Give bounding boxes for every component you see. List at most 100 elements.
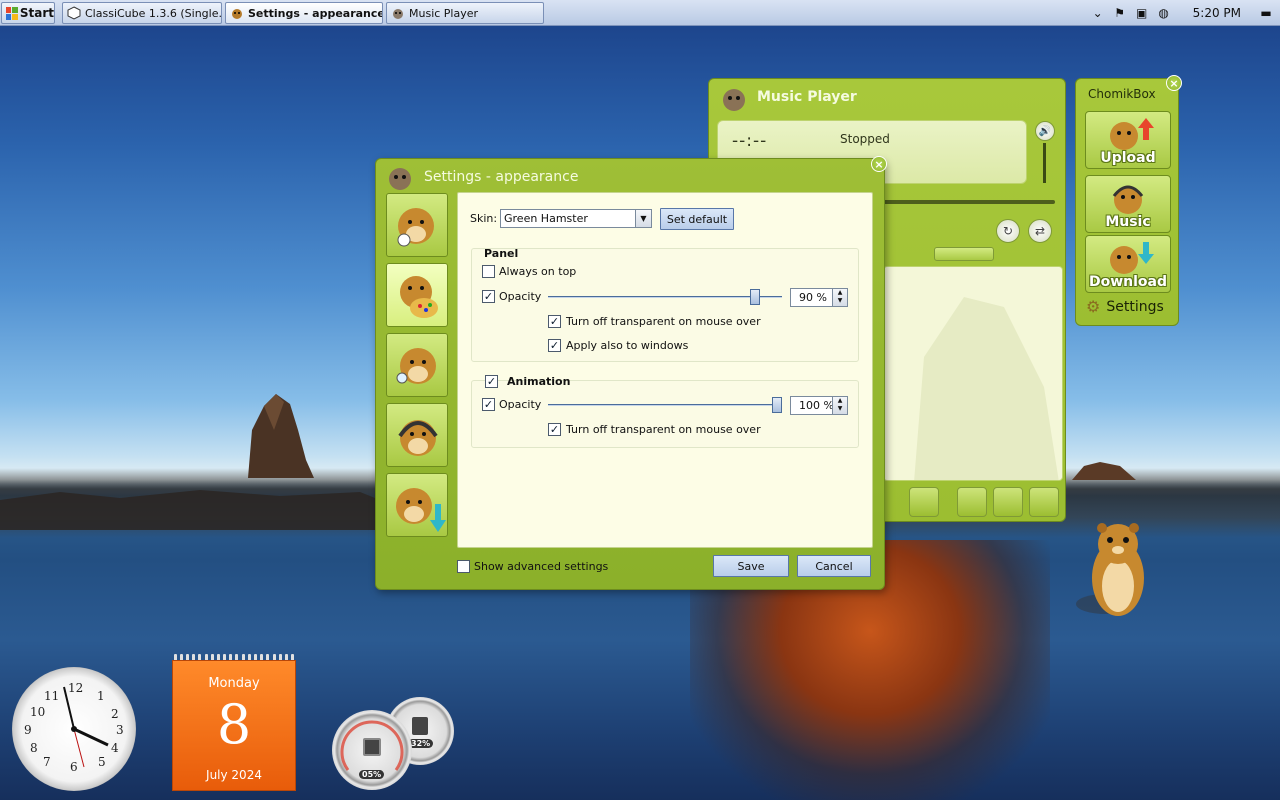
hamster-icon: [232, 9, 242, 19]
sidebar-item-download[interactable]: [386, 473, 448, 537]
volume-muted-icon[interactable]: ◍: [1156, 5, 1172, 21]
download-hamster-icon: [396, 488, 446, 532]
download-label: Download: [1088, 274, 1168, 290]
panel-opacity-slider-thumb[interactable]: [749, 289, 760, 305]
settings-link[interactable]: ⚙ Settings: [1086, 297, 1164, 316]
animation-opacity-label: Opacity: [499, 398, 542, 411]
taskbar-item-label: Settings - appearance: [248, 6, 383, 20]
taskbar-item-music-player[interactable]: Music Player: [386, 2, 544, 24]
track-time: --:--: [732, 131, 768, 151]
hamster-icon: [723, 89, 745, 111]
download-hamster-icon: [1110, 242, 1154, 274]
system-tray: ⌄ ⚑ ▣ ◍ 5:20 PM ▬: [1087, 2, 1280, 24]
palette-hamster-icon: [400, 276, 438, 318]
settings-content: Skin: Green Hamster ▼ Set default Panel …: [457, 192, 873, 548]
start-button[interactable]: Start: [1, 2, 55, 24]
spinner-arrows-icon[interactable]: ▲ ▼: [832, 289, 847, 306]
playlist-area[interactable]: [883, 266, 1063, 481]
animation-opacity-spinner[interactable]: 100 % ▲ ▼: [790, 396, 848, 415]
calendar-month: July 2024: [206, 768, 262, 782]
headphones-hamster-icon: [398, 420, 438, 456]
analog-clock-gadget[interactable]: 12 1 2 3 4 5 6 7 8 9 10 11: [12, 667, 136, 791]
file-icon[interactable]: [957, 487, 987, 517]
taskbar-clock[interactable]: 5:20 PM: [1193, 6, 1241, 20]
shuffle-icon[interactable]: ⇄: [1028, 219, 1052, 243]
music-hamster-icon: [1112, 185, 1144, 214]
sidebar-item-appearance[interactable]: [386, 263, 448, 327]
music-player-title: Music Player: [757, 89, 857, 105]
animation-turn-off-transparent-label: Turn off transparent on mouse over: [566, 423, 761, 436]
animation-opacity-checkbox[interactable]: ✓: [482, 398, 495, 411]
skin-select[interactable]: Green Hamster ▼: [500, 209, 652, 228]
small-rock: [1072, 462, 1136, 480]
chomikbox-panel: ChomikBox × Upload Music Download ⚙ Sett…: [1075, 75, 1182, 326]
memory-icon: [412, 717, 428, 735]
sidebar-item-connection[interactable]: [386, 333, 448, 397]
panel-opacity-checkbox[interactable]: ✓: [482, 290, 495, 303]
show-advanced-label: Show advanced settings: [474, 560, 609, 573]
cpu-gauge[interactable]: 05%: [332, 710, 412, 790]
hamster-icon: [397, 208, 434, 247]
taskbar-item-settings[interactable]: Settings - appearance: [225, 2, 383, 24]
playlist-background-rock: [914, 297, 1059, 480]
upload-label: Upload: [1100, 150, 1156, 166]
animation-group: ✓ Animation ✓ Opacity 100 % ▲ ▼ ✓ Turn of…: [471, 375, 859, 448]
flag-icon[interactable]: ⚑: [1112, 5, 1128, 21]
spinner-arrows-icon[interactable]: ▲ ▼: [832, 397, 847, 414]
cube-icon: [67, 6, 81, 20]
desktop-hamster-mascot[interactable]: [1072, 516, 1162, 624]
always-on-top-checkbox[interactable]: [482, 265, 495, 278]
animation-opacity-slider-thumb[interactable]: [772, 397, 782, 413]
show-desktop-icon[interactable]: ▬: [1258, 5, 1274, 21]
upload-button[interactable]: Upload: [1085, 111, 1171, 169]
taskbar-item-classicube[interactable]: ClassiCube 1.3.6 (Single...: [62, 2, 222, 24]
panel-opacity-slider[interactable]: [548, 296, 782, 298]
skin-label: Skin:: [470, 212, 498, 225]
taskbar-item-label: ClassiCube 1.3.6 (Single...: [85, 6, 222, 20]
sidebar-item-general[interactable]: [386, 193, 448, 257]
animation-turn-off-transparent-checkbox[interactable]: ✓: [548, 423, 561, 436]
show-advanced-checkbox[interactable]: [457, 560, 470, 573]
hamster-icon: [393, 9, 403, 19]
sidebar-item-music[interactable]: [386, 403, 448, 467]
chevron-down-icon[interactable]: ⌄: [1090, 5, 1106, 21]
save-button[interactable]: Save: [713, 555, 789, 577]
panel-turn-off-transparent-checkbox[interactable]: ✓: [548, 315, 561, 328]
playlist-toggle[interactable]: [934, 247, 994, 261]
panel-turn-off-transparent-label: Turn off transparent on mouse over: [566, 315, 761, 328]
chevron-down-icon[interactable]: ▼: [635, 210, 651, 227]
network-icon[interactable]: ▣: [1134, 5, 1150, 21]
animation-checkbox[interactable]: ✓: [485, 375, 498, 388]
hamster-icon: [396, 348, 436, 384]
clock-hands: [63, 686, 109, 768]
calendar-date: 8: [216, 693, 252, 756]
upload-hamster-icon: [1110, 118, 1154, 150]
animation-opacity-value: 100 %: [799, 399, 834, 412]
close-icon[interactable]: ×: [1166, 75, 1182, 91]
close-icon[interactable]: ×: [871, 156, 887, 172]
remove-track-icon[interactable]: [909, 487, 939, 517]
apply-to-windows-checkbox[interactable]: ✓: [548, 339, 561, 352]
taskbar: Start ClassiCube 1.3.6 (Single... Settin…: [0, 0, 1280, 26]
dialog-title: Settings - appearance: [424, 169, 579, 185]
always-on-top-label: Always on top: [499, 265, 577, 278]
windows-logo-icon: [6, 6, 18, 20]
volume-icon[interactable]: 🔊: [1035, 121, 1055, 141]
playlist-options-icon[interactable]: [1029, 487, 1059, 517]
cancel-button[interactable]: Cancel: [797, 555, 871, 577]
repeat-icon[interactable]: ↻: [996, 219, 1020, 243]
download-button[interactable]: Download: [1085, 235, 1171, 293]
set-default-button[interactable]: Set default: [660, 208, 734, 230]
save-playlist-icon[interactable]: [993, 487, 1023, 517]
calendar-gadget[interactable]: Monday 8 July 2024: [172, 660, 296, 791]
music-button[interactable]: Music: [1085, 175, 1171, 233]
panel-opacity-spinner[interactable]: 90 % ▲ ▼: [790, 288, 848, 307]
cpu-icon: [363, 738, 381, 756]
settings-dialog: Settings - appearance × Skin: Green Hams…: [375, 156, 887, 590]
volume-slider[interactable]: 🔊: [1035, 121, 1055, 185]
gear-icon: ⚙: [1086, 297, 1101, 316]
settings-label: Settings: [1106, 298, 1164, 315]
animation-opacity-slider[interactable]: [548, 404, 782, 406]
calendar-day: Monday: [208, 676, 260, 691]
cpu-value: 05%: [359, 770, 385, 779]
